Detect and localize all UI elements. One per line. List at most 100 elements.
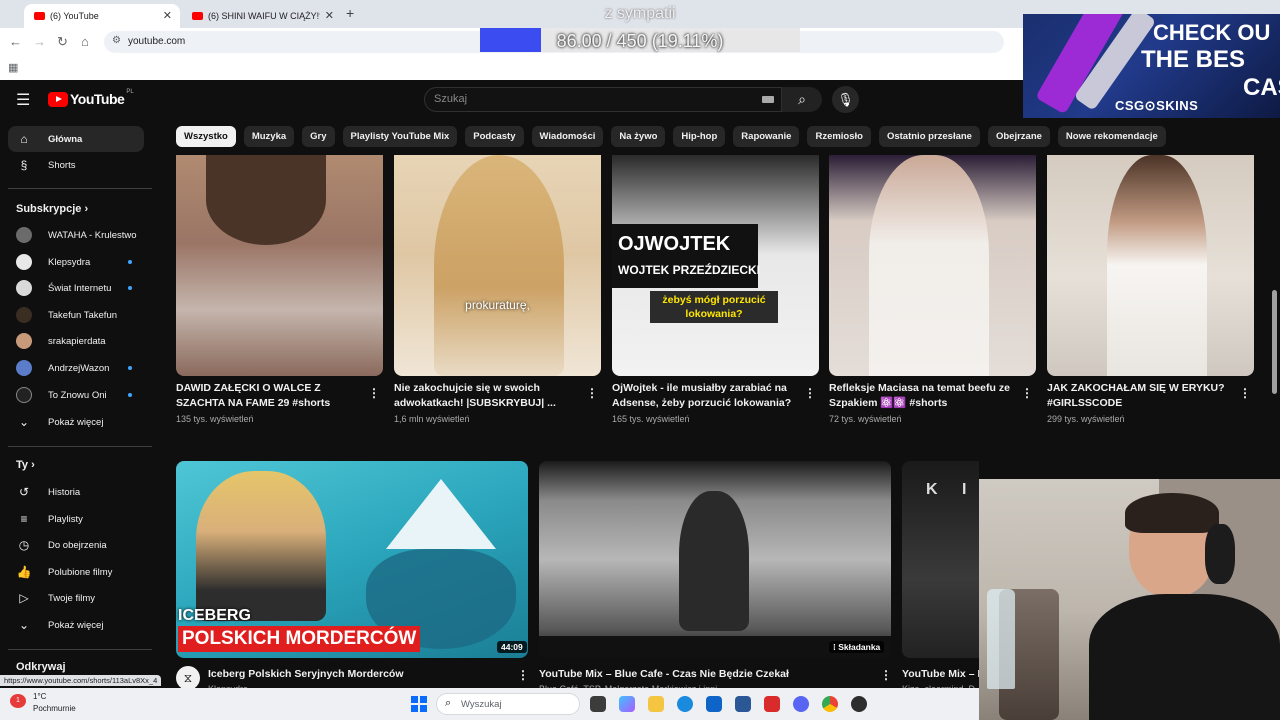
chip-hip-hop[interactable]: Hip-hop [673, 126, 726, 147]
search-button[interactable]: ⌕ [782, 87, 822, 112]
page-scrollbar[interactable] [1272, 290, 1277, 394]
sidebar-item-watch-later[interactable]: ◷ Do obejrzenia [8, 532, 144, 558]
sidebar-sub-takefun[interactable]: Takefun Takefun [8, 302, 144, 328]
site-info-icon[interactable]: ⚙ [112, 35, 121, 46]
short-title[interactable]: DAWID ZAŁĘCKI O WALCE Z SZACHTA NA FAME … [176, 381, 360, 411]
sidebar-sub-srakapierdata[interactable]: srakapierdata [8, 328, 144, 354]
edge-icon[interactable] [677, 696, 693, 712]
water-bottle [987, 589, 1015, 689]
short-thumbnail[interactable] [176, 155, 383, 376]
youtube-logo[interactable]: YouTube PL [48, 89, 134, 107]
more-options-icon[interactable]: ⋮ [804, 386, 816, 400]
sidebar-sub-andrzejwazon[interactable]: AndrzejWazon [8, 355, 144, 381]
more-options-icon[interactable]: ⋮ [586, 386, 598, 400]
chip-obejrzane[interactable]: Obejrzane [987, 126, 1050, 147]
sidebar-item-liked[interactable]: 👍 Polubione filmy [8, 559, 144, 585]
sidebar-item-playlists[interactable]: ≡ Playlisty [8, 506, 144, 532]
windows-start-icon[interactable] [411, 696, 427, 712]
back-icon[interactable]: ← [9, 34, 22, 49]
sidebar-you-show-more[interactable]: ⌄ Pokaż więcej [8, 612, 144, 638]
sidebar-item-shorts[interactable]: § Shorts [8, 152, 144, 178]
thumbnail-overlay-question: żebyś mógł porzucić lokowania? [650, 291, 778, 323]
chip-gry[interactable]: Gry [302, 126, 335, 147]
chip-rapowanie[interactable]: Rapowanie [733, 126, 800, 147]
voice-search-button[interactable]: 🎙 [832, 86, 859, 113]
streamer-shirt [1089, 594, 1280, 720]
task-view-icon[interactable] [590, 696, 606, 712]
ad-banner[interactable]: CHECK OU THE BES CASE CSG⊙SKINS [1023, 14, 1280, 118]
more-options-icon[interactable]: ⋮ [1021, 386, 1033, 400]
video-title[interactable]: YouTube Mix – K [902, 668, 985, 680]
ad-line-3: CASE [1243, 74, 1280, 101]
filter-chips: Wszystko Muzyka Gry Playlisty YouTube Mi… [176, 126, 1166, 147]
you-header[interactable]: Ty › [16, 459, 35, 471]
sidebar-item-history[interactable]: ↺ Historia [8, 479, 144, 505]
chip-ostatnio-przeslane[interactable]: Ostatnio przesłane [878, 126, 980, 147]
short-thumbnail[interactable] [829, 155, 1036, 376]
more-options-icon[interactable]: ⋮ [368, 386, 380, 400]
app-red-icon[interactable] [764, 696, 780, 712]
chip-na-zywo[interactable]: Na żywo [611, 126, 666, 147]
reload-icon[interactable]: ↻ [57, 34, 68, 50]
chip-rzemioslo[interactable]: Rzemiosło [807, 126, 871, 147]
store-icon[interactable] [735, 696, 751, 712]
discord-icon[interactable] [793, 696, 809, 712]
video-thumbnail[interactable]: K I [902, 461, 979, 658]
video-title[interactable]: Iceberg Polskich Seryjnych Morderców [208, 668, 404, 680]
browser-tab-shini[interactable]: (6) SHINI WAIFU W CIĄŻY!? W... ✕ [182, 4, 342, 28]
sidebar-item-your-videos[interactable]: ▷ Twoje filmy [8, 585, 144, 611]
short-thumbnail[interactable]: prokuraturę, [394, 155, 601, 376]
video-title[interactable]: YouTube Mix – Blue Cafe - Czas Nie Będzi… [539, 668, 789, 680]
chip-podcasty[interactable]: Podcasty [465, 126, 524, 147]
video-thumbnail[interactable]: ⁞ Składanka [539, 461, 891, 658]
chip-muzyka[interactable]: Muzyka [243, 126, 295, 147]
sidebar-subs-show-more[interactable]: ⌄ Pokaż więcej [8, 409, 144, 435]
sidebar-sub-wataha[interactable]: WATAHA - Krulestwo [8, 222, 144, 248]
hamburger-menu-icon[interactable]: ☰ [16, 90, 30, 110]
sidebar-item-label: Do obejrzenia [48, 539, 107, 551]
chip-nowe-rekomendacje[interactable]: Nowe rekomendacje [1057, 126, 1166, 147]
forward-icon[interactable]: → [33, 34, 46, 49]
short-title[interactable]: JAK ZAKOCHAŁAM SIĘ W ERYKU? #GIRLSSCODE [1047, 381, 1231, 411]
more-options-icon[interactable]: ⋮ [880, 668, 892, 682]
apps-grid-icon[interactable]: ▦ [8, 61, 18, 74]
new-tab-icon[interactable]: + [346, 5, 354, 21]
more-options-icon[interactable]: ⋮ [517, 668, 529, 682]
outlook-icon[interactable] [706, 696, 722, 712]
search-box[interactable] [424, 87, 782, 112]
file-explorer-icon[interactable] [648, 696, 664, 712]
video-thumbnail[interactable]: ICEBERG POLSKICH MORDERCÓW 44:09 [176, 461, 528, 658]
link-status-url: https://www.youtube.com/shorts/113aLv8Xx… [0, 675, 162, 686]
close-tab-icon[interactable]: ✕ [163, 9, 172, 22]
close-tab-icon[interactable]: ✕ [325, 9, 334, 22]
sidebar-sub-swiat-internetu[interactable]: Świat Internetu [8, 275, 144, 301]
tab-title: (6) SHINI WAIFU W CIĄŻY!? W... [208, 11, 320, 21]
taskbar-search[interactable]: ⌕ Wyszukaj [436, 693, 580, 715]
obs-icon[interactable] [851, 696, 867, 712]
chip-playlisty-mix[interactable]: Playlisty YouTube Mix [342, 126, 458, 147]
short-thumbnail[interactable]: OJWOJTEK WOJTEK PRZEŹDZIECKI żebyś mógł … [612, 155, 819, 376]
chip-wiadomosci[interactable]: Wiadomości [531, 126, 604, 147]
short-title[interactable]: OjWojtek - ile musiałby zarabiać na Adse… [612, 381, 796, 411]
weather-icon[interactable]: 1 [10, 694, 26, 708]
subscriptions-header[interactable]: Subskrypcje › [16, 203, 88, 215]
channel-avatar[interactable]: ⧖ [176, 666, 200, 690]
short-title[interactable]: Refleksje Maciasa na temat beefu ze Szpa… [829, 381, 1013, 411]
thumbnail-line2: POLSKICH MORDERCÓW [178, 626, 421, 652]
sidebar-sub-klepsydra[interactable]: Klepsydra [8, 249, 144, 275]
playlist-icon: ⁞ [833, 642, 836, 652]
copilot-icon[interactable] [619, 696, 635, 712]
chevron-right-icon: › [84, 203, 89, 215]
short-thumbnail[interactable] [1047, 155, 1254, 376]
search-input[interactable] [434, 93, 734, 105]
sidebar-item-home[interactable]: ⌂ Główna [8, 126, 144, 152]
sidebar-sub-to-znowu-oni[interactable]: To Znowu Oni [8, 382, 144, 408]
short-views: 165 tys. wyświetleń [612, 414, 690, 424]
home-browser-icon[interactable]: ⌂ [81, 34, 89, 49]
chip-wszystko[interactable]: Wszystko [176, 126, 236, 147]
browser-tab-youtube[interactable]: (6) YouTube ✕ [24, 4, 180, 28]
short-title[interactable]: Nie zakochujcie się w swoich adwokatkach… [394, 381, 578, 411]
more-options-icon[interactable]: ⋮ [1239, 386, 1251, 400]
chrome-icon[interactable] [822, 696, 838, 712]
keyboard-icon[interactable] [762, 96, 774, 103]
